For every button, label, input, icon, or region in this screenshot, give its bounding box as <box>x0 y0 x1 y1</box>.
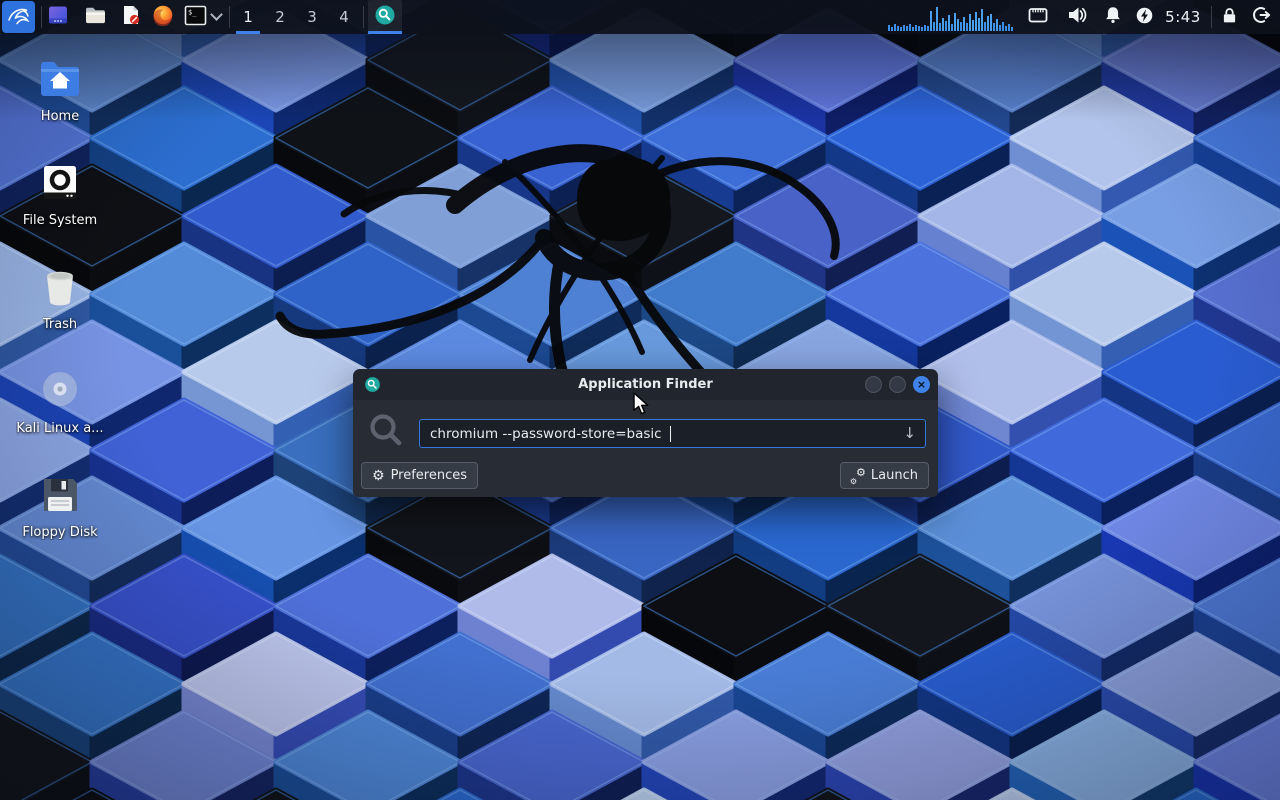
launch-button[interactable]: ⚙⚙ Launch <box>840 462 929 489</box>
workspace-button-3[interactable]: 3 <box>296 0 328 34</box>
kali-logo-icon <box>6 2 32 32</box>
preferences-button-label: Preferences <box>391 468 467 483</box>
desktop-icon-kali-linux[interactable]: Kali Linux a... <box>12 367 108 471</box>
panel-separator <box>363 6 364 28</box>
workspace-label: 4 <box>339 8 349 26</box>
workspace-button-4[interactable]: 4 <box>328 0 360 34</box>
workspace-label: 3 <box>307 8 317 26</box>
command-input[interactable]: chromium --password-store=basic ↓ <box>419 419 926 448</box>
volume-tray-button[interactable] <box>1062 0 1092 34</box>
app-finder-icon <box>364 376 381 397</box>
desktop-icon-floppy-disk[interactable]: Floppy Disk <box>12 471 108 575</box>
taskbar-app-finder[interactable] <box>368 0 402 34</box>
notifications-tray-button[interactable] <box>1099 0 1127 34</box>
top-panel: $_ 1 2 3 4 <box>0 0 1280 34</box>
trash-icon <box>36 263 84 311</box>
workspace-label: 1 <box>243 8 253 26</box>
launcher-terminal[interactable]: $_ <box>180 0 210 34</box>
launcher-app-window[interactable] <box>44 0 72 34</box>
run-gears-icon: ⚙⚙ <box>851 469 865 483</box>
terminal-prompt-glyph: $_ <box>188 8 197 16</box>
desktop-icon-trash[interactable]: Trash <box>12 263 108 367</box>
logout-button[interactable] <box>1246 0 1276 34</box>
chevron-down-icon <box>210 8 223 21</box>
lock-icon <box>1220 6 1239 29</box>
maximize-button[interactable] <box>889 376 906 393</box>
app-finder-icon <box>374 4 396 30</box>
command-input-value: chromium --password-store=basic <box>430 426 666 442</box>
launcher-file-manager[interactable] <box>80 0 110 34</box>
logout-icon <box>1251 5 1271 29</box>
close-button[interactable]: × <box>913 376 930 393</box>
desktop-icon-label: Home <box>41 109 79 124</box>
dropdown-arrow-icon[interactable]: ↓ <box>903 424 916 442</box>
preferences-button[interactable]: ⚙ Preferences <box>361 462 478 489</box>
panel-separator <box>1211 6 1212 28</box>
power-manager-tray-button[interactable] <box>1130 0 1158 34</box>
desktop-icon-file-system[interactable]: File System <box>12 159 108 263</box>
desktop: $_ 1 2 3 4 <box>0 0 1280 800</box>
app-window-icon <box>47 4 69 30</box>
network-tray-button[interactable] <box>1024 0 1052 34</box>
workspace-label: 2 <box>275 8 285 26</box>
desktop-icon-home[interactable]: Home <box>12 55 108 159</box>
active-workspace-indicator <box>236 31 260 34</box>
disc-icon <box>36 367 84 415</box>
kali-menu-button[interactable] <box>2 1 35 33</box>
text-caret <box>670 426 672 442</box>
workspace-button-2[interactable]: 2 <box>264 0 296 34</box>
active-task-indicator <box>368 31 402 34</box>
terminal-icon: $_ <box>184 5 207 30</box>
floppy-disk-icon <box>36 471 84 519</box>
desktop-icon-label: Kali Linux a... <box>16 421 103 436</box>
workspace-button-1[interactable]: 1 <box>232 0 264 34</box>
panel-separator <box>41 6 42 28</box>
launcher-firefox[interactable] <box>148 0 178 34</box>
panel-separator <box>229 6 230 28</box>
launcher-text-editor[interactable] <box>116 0 146 34</box>
volume-icon <box>1066 4 1088 30</box>
gear-icon: ⚙ <box>372 469 385 483</box>
power-bolt-icon <box>1135 6 1154 29</box>
clock[interactable]: 5:43 <box>1158 0 1208 34</box>
launch-button-label: Launch <box>871 468 918 483</box>
desktop-icon-label: Trash <box>43 317 77 332</box>
bell-icon <box>1103 5 1123 29</box>
desktop-icon-label: Floppy Disk <box>22 525 97 540</box>
lock-screen-button[interactable] <box>1215 0 1243 34</box>
desktop-icon-label: File System <box>23 213 97 228</box>
application-finder-window: Application Finder × chromium --password… <box>353 369 938 497</box>
clock-label: 5:43 <box>1165 8 1201 26</box>
audio-visualizer <box>888 0 1018 34</box>
launcher-dropdown[interactable] <box>208 0 224 34</box>
network-wired-icon <box>1027 4 1049 30</box>
firefox-icon <box>152 4 174 30</box>
file-manager-icon <box>84 4 107 31</box>
hard-drive-icon <box>36 159 84 207</box>
minimize-button[interactable] <box>865 376 882 393</box>
search-icon <box>367 411 405 453</box>
mouse-cursor <box>632 392 654 420</box>
text-editor-icon <box>120 4 142 30</box>
home-folder-icon <box>36 55 84 103</box>
window-title: Application Finder <box>353 377 938 392</box>
